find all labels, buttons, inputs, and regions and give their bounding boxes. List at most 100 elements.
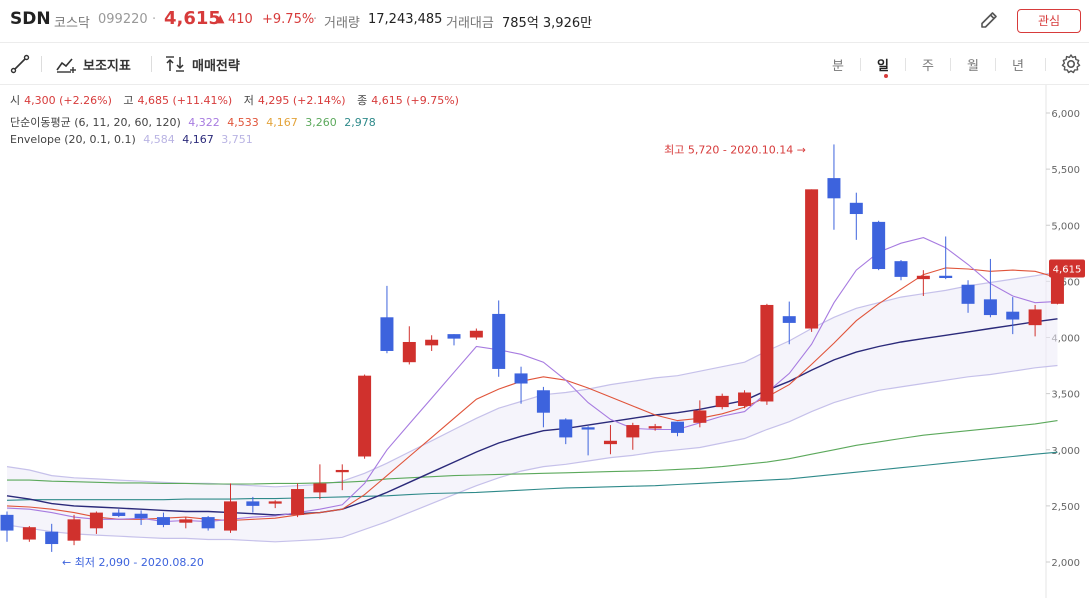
draw-tool-button[interactable]	[10, 43, 30, 85]
volume-label: 거래량	[324, 16, 360, 31]
candle-body[interactable]	[872, 221, 886, 270]
candle-body[interactable]	[45, 531, 59, 545]
candle-body[interactable]	[626, 425, 640, 438]
candle-body[interactable]	[447, 334, 461, 339]
candle-body[interactable]	[715, 395, 729, 408]
line-draw-icon	[10, 54, 30, 74]
y-tick-label: 5,500	[1051, 165, 1080, 176]
candle-body[interactable]	[782, 316, 796, 323]
period-month[interactable]: 월	[967, 55, 979, 74]
ma20-value: 4,167	[266, 116, 298, 129]
candle-body[interactable]	[827, 178, 841, 199]
high-label: 고	[123, 94, 134, 107]
favorite-button[interactable]: 관심	[1017, 9, 1081, 33]
candle-body[interactable]	[581, 427, 595, 430]
y-tick-label: 2,500	[1051, 502, 1080, 513]
up-arrow-icon: ▲	[216, 12, 225, 25]
candle-body[interactable]	[224, 501, 237, 531]
candle-body[interactable]	[603, 440, 617, 445]
candle-body[interactable]	[67, 519, 81, 541]
candle-body[interactable]	[112, 512, 126, 516]
candle-body[interactable]	[89, 512, 103, 529]
buy-sell-arrows-icon	[166, 56, 184, 72]
period-divider	[860, 58, 861, 71]
candle-body[interactable]	[156, 517, 170, 525]
candle-body[interactable]	[805, 189, 819, 329]
open-value: 4,300 (+2.26%)	[24, 94, 112, 107]
candle-body[interactable]	[760, 304, 774, 402]
envelope-label: Envelope (20, 0.1, 0.1)	[10, 133, 136, 146]
y-tick-label: 5,000	[1051, 221, 1080, 232]
candle-body[interactable]	[22, 527, 36, 540]
period-minute[interactable]: 분	[832, 55, 844, 74]
candle-body[interactable]	[291, 489, 305, 515]
candle-body[interactable]	[559, 419, 573, 438]
period-year[interactable]: 년	[1012, 55, 1024, 74]
price-chart[interactable]: 2,0002,5003,0003,5004,0004,5005,0005,500…	[0, 85, 1089, 598]
high-value: 4,685 (+11.41%)	[137, 94, 233, 107]
period-week[interactable]: 주	[922, 55, 934, 74]
ma-label: 단순이동평균 (6, 11, 20, 60, 120)	[10, 116, 181, 129]
envelope-band	[7, 271, 1058, 542]
candle-body[interactable]	[1006, 311, 1020, 320]
ma-legend[interactable]: 단순이동평균 (6, 11, 20, 60, 120) 4,322 4,533 …	[10, 114, 380, 130]
candle-body[interactable]	[648, 426, 662, 429]
close-label: 종	[357, 94, 368, 107]
indicator-button[interactable]: 보조지표	[55, 43, 131, 85]
candle-body[interactable]	[738, 392, 752, 406]
candle-body[interactable]	[0, 514, 14, 531]
period-divider	[1045, 58, 1046, 71]
candle-body[interactable]	[313, 483, 327, 493]
ma60-value: 3,260	[305, 116, 337, 129]
candle-body[interactable]	[536, 390, 550, 413]
candle-body[interactable]	[179, 519, 193, 523]
high-annotation: 최고 5,720 - 2020.10.14 →	[664, 143, 806, 156]
y-tick-label: 3,500	[1051, 390, 1080, 401]
candle-body[interactable]	[983, 299, 997, 316]
period-divider	[905, 58, 906, 71]
chart-toolbar: 보조지표 매매전략 분 일 주 월 년	[0, 43, 1089, 85]
y-tick-label: 3,000	[1051, 446, 1080, 457]
indicator-icon	[56, 58, 76, 73]
period-day[interactable]: 일	[877, 55, 889, 74]
market-name: 코스닥	[54, 16, 90, 31]
candle-body[interactable]	[939, 275, 953, 279]
candle-body[interactable]	[514, 373, 528, 384]
candle-body[interactable]	[134, 513, 148, 519]
candle-body[interactable]	[380, 317, 394, 351]
strategy-button[interactable]: 매매전략	[164, 43, 240, 85]
price-change-percent: +9.75%	[262, 12, 315, 27]
candle-body[interactable]	[916, 275, 930, 280]
low-label: 저	[243, 94, 254, 107]
envelope-lower-value: 3,751	[221, 133, 253, 146]
candle-body[interactable]	[693, 410, 707, 423]
y-tick-label: 2,000	[1051, 558, 1080, 569]
candle-body[interactable]	[894, 261, 908, 277]
toolbar-divider	[151, 56, 152, 72]
candle-body[interactable]	[402, 341, 416, 363]
candle-body[interactable]	[849, 202, 863, 215]
candle-body[interactable]	[469, 330, 483, 338]
price-change: 410	[228, 12, 253, 27]
volume-value: 17,243,485	[368, 12, 443, 27]
current-price: 4,615	[164, 8, 221, 29]
gear-icon[interactable]	[1060, 53, 1082, 75]
candle-body[interactable]	[201, 517, 215, 529]
stock-header: SDN 코스닥 099220 · 4,615 ▲ 410 +9.75% · 거래…	[0, 0, 1089, 43]
pencil-icon[interactable]	[978, 9, 1000, 31]
candle-body[interactable]	[492, 313, 506, 369]
candle-body[interactable]	[246, 501, 260, 506]
open-label: 시	[10, 94, 21, 107]
trade-amount-label: 거래대금	[446, 16, 494, 31]
candle-body[interactable]	[671, 421, 684, 433]
candle-body[interactable]	[961, 284, 975, 304]
candle-body[interactable]	[335, 469, 349, 473]
candle-body[interactable]	[1028, 309, 1042, 326]
ma11-value: 4,533	[227, 116, 259, 129]
stock-symbol: SDN	[10, 9, 51, 29]
candle-body[interactable]	[268, 501, 282, 504]
candle-body[interactable]	[425, 339, 439, 346]
candle-body[interactable]	[358, 375, 372, 457]
strategy-label: 매매전략	[192, 58, 240, 74]
envelope-legend[interactable]: Envelope (20, 0.1, 0.1) 4,584 4,167 3,75…	[10, 133, 257, 146]
